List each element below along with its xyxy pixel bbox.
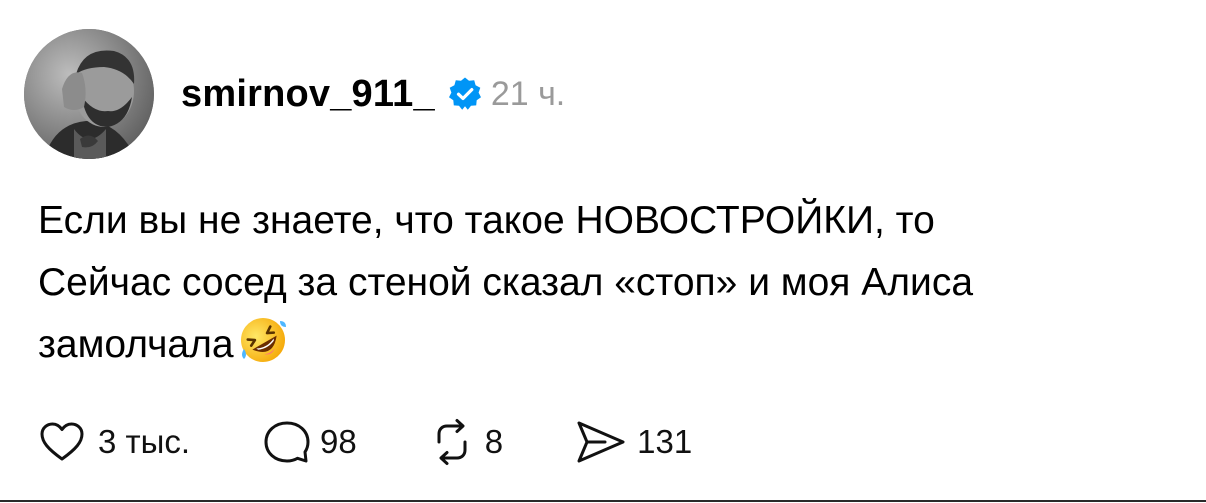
- rolling-laughing-emoji-icon: [238, 315, 288, 365]
- comment-count: 98: [320, 423, 357, 460]
- share-count: 131: [637, 423, 693, 460]
- post-text-line: Сейчас сосед за стеной сказал «стоп» и м…: [38, 261, 974, 304]
- like-button[interactable]: 3 тыс.: [38, 418, 190, 466]
- divider: [0, 500, 1206, 502]
- repost-icon: [429, 418, 475, 466]
- repost-button[interactable]: 8: [429, 418, 503, 466]
- comment-button[interactable]: 98: [264, 419, 357, 465]
- share-button[interactable]: 131: [575, 419, 692, 465]
- post-text-line: замолчала: [38, 323, 234, 366]
- post: smirnov_911_ 21 ч. Если вы не знаете, чт…: [0, 0, 1206, 503]
- avatar[interactable]: [24, 29, 154, 159]
- post-text-line: Если вы не знаете, что такое НОВОСТРОЙКИ…: [38, 199, 935, 242]
- send-icon: [575, 419, 627, 465]
- post-text-line-last: замолчала: [38, 314, 1188, 376]
- verified-badge-icon: [447, 76, 483, 112]
- post-text: Если вы не знаете, что такое НОВОСТРОЙКИ…: [38, 190, 1188, 376]
- post-header: smirnov_911_ 21 ч.: [181, 68, 565, 120]
- heart-icon: [38, 418, 86, 466]
- post-time[interactable]: 21 ч.: [491, 75, 565, 114]
- post-actions: 3 тыс. 98 8 131: [38, 414, 692, 470]
- comment-bubble-icon: [264, 419, 310, 465]
- username[interactable]: smirnov_911_: [181, 73, 435, 116]
- repost-count: 8: [484, 423, 504, 460]
- like-count: 3 тыс.: [98, 423, 191, 460]
